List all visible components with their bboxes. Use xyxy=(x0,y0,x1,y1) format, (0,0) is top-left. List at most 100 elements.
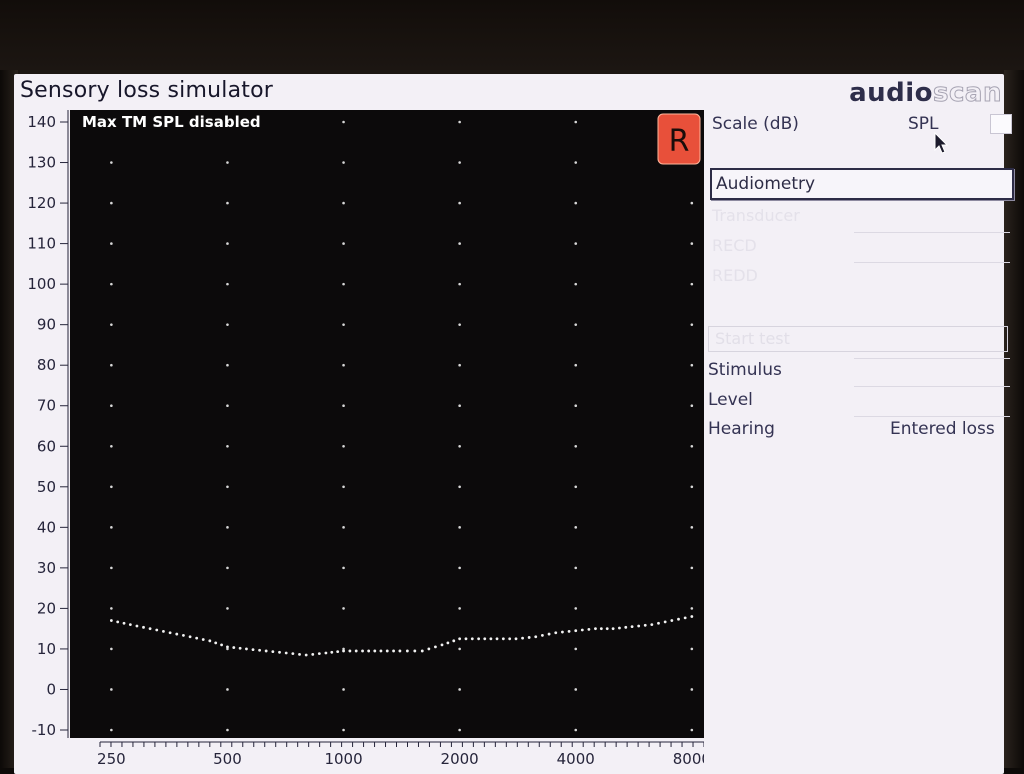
hearing-curve-point xyxy=(373,649,377,653)
audiometry-button[interactable]: Audiometry xyxy=(710,168,1014,200)
grid-dot xyxy=(342,323,345,326)
start-test-button[interactable]: Start test xyxy=(708,326,1008,352)
grid-dot xyxy=(342,444,345,448)
grid-dot xyxy=(458,242,461,245)
scale-value[interactable]: SPL xyxy=(908,114,939,134)
hearing-curve-point xyxy=(554,631,558,635)
hearing-curve-point xyxy=(342,649,345,653)
hearing-curve-point xyxy=(670,619,674,622)
y-tick-label: 110 xyxy=(27,235,56,253)
hearing-curve-point xyxy=(405,649,409,653)
scale-checkbox[interactable] xyxy=(990,114,1012,134)
grid-dot xyxy=(690,485,694,489)
redd-label: REDD xyxy=(712,266,758,285)
grid-dot xyxy=(110,526,113,529)
grid-dot xyxy=(342,120,345,124)
grid-dot xyxy=(226,404,229,408)
hearing-curve-point xyxy=(238,646,242,650)
grid-dot xyxy=(226,526,229,529)
hearing-curve-point xyxy=(501,637,505,641)
audiogram-chart: 1401301201101009080706050403020100-10250… xyxy=(27,110,704,768)
hearing-curve-point xyxy=(495,637,499,641)
hearing-curve-point xyxy=(663,620,667,624)
y-tick-label: 80 xyxy=(37,356,56,374)
hearing-curve-point xyxy=(232,646,236,649)
hearing-curve-point xyxy=(330,650,334,654)
grid-dot xyxy=(458,688,461,691)
grid-dot xyxy=(690,201,694,205)
y-tick-label: 100 xyxy=(27,275,56,293)
grid-dot xyxy=(226,607,229,610)
grid-dot xyxy=(690,728,694,732)
x-tick-label: 2000 xyxy=(441,750,479,768)
hearing-curve-point xyxy=(122,621,126,625)
hearing-curve-point xyxy=(567,629,571,633)
grid-dot xyxy=(110,201,113,205)
hearing-label: Hearing xyxy=(708,419,775,439)
grid-dot xyxy=(574,201,578,205)
hearing-curve-point xyxy=(630,625,634,629)
grid-dot xyxy=(342,607,345,610)
grid-dot xyxy=(574,282,578,286)
grid-dot xyxy=(690,282,694,286)
recd-label: RECD xyxy=(712,236,757,255)
grid-dot xyxy=(458,485,461,489)
grid-dot xyxy=(342,485,345,489)
hearing-curve-point xyxy=(452,639,456,643)
hearing-curve-point xyxy=(434,645,437,649)
grid-dot xyxy=(574,607,578,610)
hearing-curve-point xyxy=(361,649,364,653)
grid-dot xyxy=(690,323,694,326)
hearing-curve-point xyxy=(527,636,531,639)
hearing-curve-point xyxy=(128,623,132,627)
grid-dot xyxy=(458,161,461,164)
hearing-value[interactable]: Entered loss xyxy=(890,419,995,439)
grid-dot xyxy=(458,120,461,124)
grid-dot xyxy=(110,242,113,245)
audioscan-logo: audioscan xyxy=(849,78,1002,109)
hearing-curve-point xyxy=(304,653,308,657)
hearing-curve-point xyxy=(514,637,518,641)
hearing-curve-point xyxy=(162,629,165,633)
x-tick-label: 8000 xyxy=(673,750,704,768)
hearing-curve-point xyxy=(624,625,628,629)
hearing-curve-point xyxy=(508,637,512,641)
monitor-bezel-top xyxy=(0,0,1024,78)
grid-dot xyxy=(458,566,461,570)
grid-dot xyxy=(110,363,113,367)
hearing-curve-point xyxy=(336,650,340,654)
y-tick-label: 10 xyxy=(37,640,56,658)
hearing-curve-point xyxy=(464,637,468,641)
grid-dot xyxy=(226,242,229,245)
hearing-curve-point xyxy=(317,652,321,656)
grid-dot xyxy=(226,485,229,489)
grid-dot xyxy=(342,201,345,205)
grid-dot xyxy=(574,688,578,691)
hearing-curve-point xyxy=(599,627,603,631)
grid-dot xyxy=(690,242,694,245)
grid-dot xyxy=(574,242,578,245)
y-tick-label: -10 xyxy=(32,721,57,739)
grid-dot xyxy=(342,728,345,732)
hearing-curve-point xyxy=(226,645,229,649)
hearing-curve-point xyxy=(574,629,578,633)
hearing-curve-point xyxy=(398,649,402,653)
y-tick-label: 130 xyxy=(27,154,56,172)
hearing-curve-point xyxy=(521,636,524,640)
hearing-curve-point xyxy=(594,627,597,631)
hearing-curve-point xyxy=(116,620,120,624)
hearing-curve-point xyxy=(135,624,139,628)
hearing-curve-point xyxy=(446,641,450,645)
grid-dot xyxy=(226,282,229,286)
hearing-curve-point xyxy=(637,624,641,628)
plot-area xyxy=(70,110,704,738)
grid-dot xyxy=(690,566,694,570)
grid-dot xyxy=(690,647,694,651)
y-tick-label: 140 xyxy=(27,113,56,131)
grid-dot xyxy=(110,404,113,408)
hearing-curve-point xyxy=(354,649,358,653)
grid-dot xyxy=(226,688,229,691)
right-ear-badge-label: R xyxy=(669,124,690,159)
max-tm-spl-status: Max TM SPL disabled xyxy=(82,113,261,131)
grid-dot xyxy=(574,120,578,124)
